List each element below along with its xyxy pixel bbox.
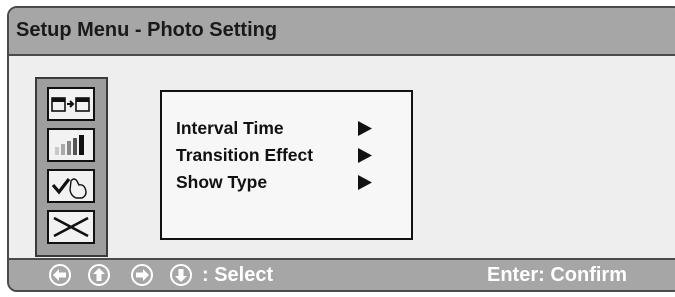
setup-menu-window: Setup Menu - Photo Setting Interval Time…	[7, 6, 675, 292]
menu-item-interval-time[interactable]: Interval Time	[176, 118, 406, 140]
hint-bar: : Select Enter: Confirm	[9, 258, 675, 290]
right-arrow-key-icon	[131, 264, 153, 286]
left-arrow-key-icon	[49, 264, 71, 286]
photo-copy-icon-button[interactable]	[47, 87, 95, 121]
window-title: Setup Menu - Photo Setting	[16, 19, 278, 41]
check-hand-icon	[51, 178, 87, 199]
submenu-arrow-icon	[358, 175, 372, 190]
submenu-arrow-icon	[358, 121, 372, 136]
menu-item-show-type[interactable]: Show Type	[176, 172, 406, 194]
down-arrow-key-icon	[170, 264, 192, 286]
photo-setting-menu: Interval Time Transition Effect Show Typ…	[160, 90, 413, 240]
level-bars-icon-button[interactable]	[47, 128, 95, 162]
setup-icon-strip	[35, 77, 108, 257]
up-arrow-key-icon	[88, 264, 110, 286]
select-hint: : Select	[202, 264, 274, 286]
submenu-arrow-icon	[358, 148, 372, 163]
level-bars-icon	[55, 135, 84, 155]
menu-item-label: Interval Time	[176, 118, 284, 138]
menu-item-label: Transition Effect	[176, 145, 314, 165]
photo-copy-icon	[51, 97, 90, 112]
menu-item-transition-effect[interactable]: Transition Effect	[176, 145, 406, 167]
check-hand-icon-button[interactable]	[47, 169, 95, 203]
title-bar: Setup Menu - Photo Setting	[9, 8, 675, 56]
menu-item-label: Show Type	[176, 172, 268, 192]
exit-cross-icon	[53, 216, 89, 238]
confirm-hint: Enter: Confirm	[487, 264, 627, 286]
exit-cross-icon-button[interactable]	[47, 210, 95, 244]
